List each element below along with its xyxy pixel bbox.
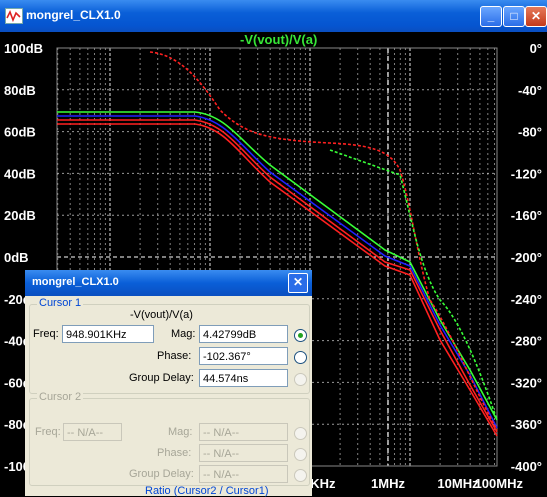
cursor1-group-label: Cursor 1 bbox=[37, 297, 84, 309]
right-axis-labels: 0° -40° -80° -120° -160° -200° -240° -280° -320°… bbox=[511, 41, 542, 474]
x-axis-tick: 1MHz bbox=[371, 476, 405, 491]
cursor1-freq-field[interactable]: 948.901KHz bbox=[62, 325, 154, 343]
left-axis-tick: 80dB bbox=[4, 83, 36, 98]
cursor2-phase-label: Phase: bbox=[157, 447, 192, 459]
left-axis-tick: 0dB bbox=[4, 250, 29, 265]
dialog-titlebar[interactable]: mongrel_CLX1.0 ✕ bbox=[25, 270, 312, 296]
cursor1-group: Cursor 1 -V(vout)/V(a) Freq: 948.901KHz … bbox=[29, 297, 310, 394]
cursor1-freq-label: Freq: bbox=[33, 328, 59, 340]
cursor2-phase-field[interactable]: -- N/A-- bbox=[199, 444, 288, 462]
x-axis-tick: 10MHz bbox=[437, 476, 479, 491]
cursor2-group-delay-field[interactable]: -- N/A-- bbox=[199, 465, 288, 483]
right-axis-tick: -280° bbox=[511, 334, 542, 349]
right-axis-tick: -320° bbox=[511, 375, 542, 390]
cursor2-group-delay-label: Group Delay: bbox=[129, 468, 194, 480]
minimize-button[interactable]: _ bbox=[480, 6, 502, 27]
right-axis-tick: -40° bbox=[518, 83, 542, 98]
minimize-icon: _ bbox=[487, 9, 495, 23]
dialog-close-button[interactable]: ✕ bbox=[288, 273, 308, 293]
cursor1-mag-label: Mag: bbox=[171, 328, 196, 340]
cursor2-group-delay-radio[interactable] bbox=[294, 469, 307, 482]
left-axis-tick: 40dB bbox=[4, 166, 36, 181]
cursor-dialog[interactable]: mongrel_CLX1.0 ✕ Cursor 1 -V(vout)/V(a) … bbox=[25, 270, 312, 497]
maximize-button[interactable]: □ bbox=[503, 6, 525, 27]
left-axis-tick: 20dB bbox=[4, 208, 36, 223]
cursor1-mag-radio[interactable] bbox=[294, 329, 307, 342]
right-axis-tick: -80° bbox=[518, 125, 542, 140]
cursor1-expression: -V(vout)/V(a) bbox=[130, 309, 193, 321]
ratio-group-label: Ratio (Cursor2 / Cursor1) bbox=[145, 485, 269, 497]
right-axis-tick: -160° bbox=[511, 208, 542, 223]
right-axis-tick: 0° bbox=[530, 41, 542, 56]
cursor2-group: Cursor 2 Freq: -- N/A-- Mag: -- N/A-- Ph… bbox=[29, 391, 310, 486]
waveform-app-icon bbox=[5, 8, 23, 24]
cursor2-mag-field[interactable]: -- N/A-- bbox=[199, 423, 288, 441]
cursor2-freq-label: Freq: bbox=[35, 426, 61, 438]
cursor1-group-delay-radio[interactable] bbox=[294, 373, 307, 386]
close-icon: ✕ bbox=[530, 9, 542, 23]
cursor1-group-delay-field[interactable]: 44.574ns bbox=[199, 369, 288, 387]
cursor2-freq-field[interactable]: -- N/A-- bbox=[63, 423, 122, 441]
cursor2-mag-label: Mag: bbox=[168, 426, 193, 438]
right-axis-tick: -200° bbox=[511, 250, 542, 265]
maximize-icon: □ bbox=[510, 9, 518, 23]
right-axis-tick: -120° bbox=[511, 166, 542, 181]
dialog-title: mongrel_CLX1.0 bbox=[32, 276, 119, 288]
cursor2-phase-radio[interactable] bbox=[294, 448, 307, 461]
window-titlebar[interactable]: mongrel_CLX1.0 _ □ ✕ bbox=[0, 0, 547, 32]
cursor1-phase-label: Phase: bbox=[157, 350, 192, 362]
cursor1-phase-field[interactable]: -102.367° bbox=[199, 347, 288, 365]
x-axis-tick: 100MHz bbox=[475, 476, 524, 491]
x-axis-labels: 100KHz 1MHz 10MHz100MHz bbox=[289, 476, 524, 491]
right-axis-tick: -400° bbox=[511, 459, 542, 474]
right-axis-tick: -360° bbox=[511, 417, 542, 432]
close-button[interactable]: ✕ bbox=[525, 6, 547, 27]
cursor2-group-label: Cursor 2 bbox=[37, 391, 84, 403]
cursor1-group-delay-label: Group Delay: bbox=[129, 372, 194, 384]
cursor2-mag-radio[interactable] bbox=[294, 427, 307, 440]
cursor1-mag-field[interactable]: 4.42799dB bbox=[199, 325, 288, 343]
left-axis-tick: 100dB bbox=[4, 41, 43, 56]
cursor1-phase-radio[interactable] bbox=[294, 351, 307, 364]
close-icon: ✕ bbox=[292, 275, 304, 289]
right-axis-tick: -240° bbox=[511, 292, 542, 307]
window-title: mongrel_CLX1.0 bbox=[26, 8, 121, 22]
trace-label[interactable]: -V(vout)/V(a) bbox=[240, 32, 317, 47]
left-axis-tick: 60dB bbox=[4, 125, 36, 140]
